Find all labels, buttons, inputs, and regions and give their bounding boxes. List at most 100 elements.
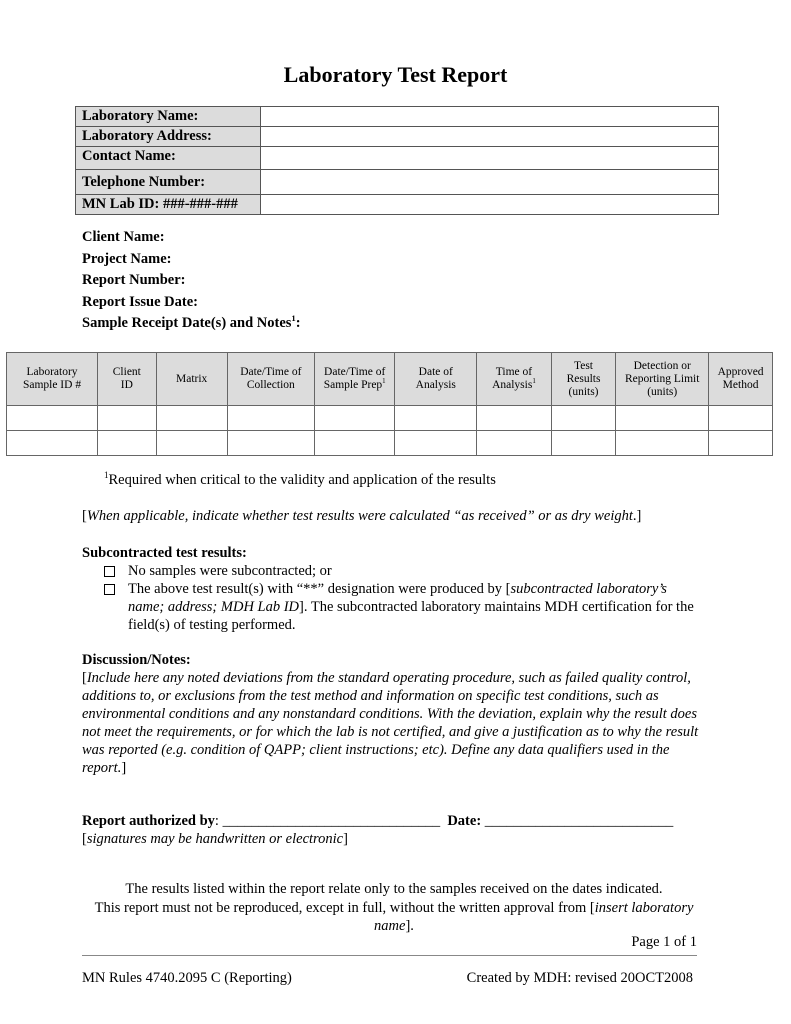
authorized-by-label: Report authorized by <box>82 813 215 829</box>
column-header-text: (units) <box>647 385 678 398</box>
column-header-text: Analysis <box>492 379 533 391</box>
column-header: Laboratory Sample ID # <box>5 352 99 406</box>
table-cell[interactable] <box>615 405 710 431</box>
authorization-line: Report authorized by: __________________… <box>82 812 673 830</box>
lab-name-label: Laboratory Name: <box>75 106 261 127</box>
samples-body <box>5 405 773 456</box>
table-cell[interactable] <box>550 405 617 431</box>
table-cell[interactable] <box>476 405 552 431</box>
disclaimer-text-end: ]. <box>405 918 414 934</box>
column-header: Date of Analysis <box>394 352 478 406</box>
sample-receipt-text: Sample Receipt Date(s) and Notes <box>82 315 292 332</box>
column-header-text: Sample Prep <box>323 379 383 391</box>
signature-note: [signatures may be handwritten or electr… <box>82 830 673 848</box>
column-header: Date/Time of Sample Prep1 <box>313 352 396 406</box>
telephone-field[interactable] <box>260 169 719 195</box>
table-row <box>5 430 773 456</box>
footnote-marker: 1 <box>532 378 536 386</box>
table-cell[interactable] <box>5 430 99 456</box>
column-header: Test Results (units) <box>550 352 617 406</box>
contact-name-field[interactable] <box>260 146 719 170</box>
authorization-section: Report authorized by: __________________… <box>82 812 673 848</box>
disclaimer: The results listed within the report rel… <box>82 880 706 936</box>
table-cell[interactable] <box>155 405 228 431</box>
lab-info-row: Contact Name: <box>75 146 719 170</box>
column-header-text: Analysis <box>415 379 456 391</box>
table-cell[interactable] <box>615 430 710 456</box>
contact-name-label: Contact Name: <box>75 146 261 170</box>
option-text: The above test result(s) with “**” desig… <box>128 581 511 597</box>
footer-right: Created by MDH: revised 20OCT2008 <box>466 970 693 986</box>
table-cell[interactable] <box>226 430 315 456</box>
discussion-text: Include here any noted deviations from t… <box>82 670 699 776</box>
column-header: Client ID <box>97 352 157 406</box>
column-header: Date/Time of Collection <box>226 352 315 406</box>
column-header-text: (units) <box>568 385 599 398</box>
table-cell[interactable] <box>476 430 552 456</box>
column-header-text: Date/Time of <box>240 366 302 378</box>
disclaimer-line-2: This report must not be reproduced, exce… <box>82 899 706 936</box>
report-issue-date-label: Report Issue Date: <box>82 293 198 310</box>
column-header-text: Client <box>112 366 141 378</box>
date-field[interactable]: __________________________ <box>481 813 674 829</box>
disclaimer-line-1: The results listed within the report rel… <box>125 881 663 897</box>
checkbox-no-subcontract[interactable] <box>104 566 115 577</box>
column-header: Time of Analysis1 <box>476 352 552 406</box>
mn-lab-id-label: MN Lab ID: ###-###-### <box>75 194 261 215</box>
table-cell[interactable] <box>313 430 396 456</box>
table-cell[interactable] <box>226 405 315 431</box>
report-fields: Client Name: Project Name: Report Number… <box>82 227 301 335</box>
lab-info-table: Laboratory Name: Laboratory Address: Con… <box>75 106 719 215</box>
column-header-text: Approved <box>717 366 764 378</box>
table-cell[interactable] <box>5 405 99 431</box>
telephone-label: Telephone Number: <box>75 169 261 195</box>
table-cell[interactable] <box>313 405 396 431</box>
column-header-text: Date of <box>418 366 453 378</box>
bracket-close: ] <box>343 831 348 847</box>
signature-field[interactable]: ______________________________ <box>223 813 441 829</box>
table-cell[interactable] <box>97 405 157 431</box>
column-header: Approved Method <box>708 352 773 406</box>
subcontracted-option: No samples were subcontracted; or <box>82 562 698 580</box>
colon: : <box>214 813 223 829</box>
lab-info-row: Laboratory Name: <box>75 106 719 127</box>
table-row <box>5 405 773 431</box>
table-cell[interactable] <box>394 430 478 456</box>
lab-name-field[interactable] <box>260 106 719 127</box>
signature-note-text: signatures may be handwritten or electro… <box>86 831 344 847</box>
checkbox-subcontracted[interactable] <box>104 584 115 595</box>
column-header: Detection or Reporting Limit (units) <box>615 352 710 406</box>
report-number-label: Report Number: <box>82 272 186 289</box>
table-cell[interactable] <box>394 405 478 431</box>
option-text: No samples were subcontracted; or <box>128 563 332 579</box>
bracket-close: ] <box>121 760 127 776</box>
subcontracted-option: The above test result(s) with “**” desig… <box>82 580 698 634</box>
column-header-text: Detection or <box>633 359 691 372</box>
column-header-text: Laboratory <box>26 366 78 378</box>
footnote-marker: 1 <box>382 378 386 386</box>
table-cell[interactable] <box>155 430 228 456</box>
table-cell[interactable] <box>708 405 773 431</box>
column-header-text: Method <box>722 379 759 391</box>
lab-address-field[interactable] <box>260 126 719 147</box>
table-cell[interactable] <box>97 430 157 456</box>
mn-lab-id-field[interactable] <box>260 194 719 215</box>
bracket-close: .] <box>632 508 642 524</box>
project-name-label: Project Name: <box>82 250 172 267</box>
applicability-text: When applicable, indicate whether test r… <box>86 508 633 524</box>
discussion-heading: Discussion/Notes: <box>82 652 191 668</box>
lab-address-label: Laboratory Address: <box>75 126 261 147</box>
column-header-text: Matrix <box>176 372 208 385</box>
subcontracted-heading: Subcontracted test results: <box>82 545 247 561</box>
column-header: Matrix <box>155 352 228 406</box>
samples-header-row: Laboratory Sample ID # Client ID Matrix Date/… <box>5 352 773 406</box>
table-cell[interactable] <box>550 430 617 456</box>
date-label: Date: <box>447 813 482 829</box>
sample-receipt-colon: : <box>295 315 301 332</box>
footnote: 1Required when critical to the validity … <box>104 471 496 489</box>
column-header-text: ID <box>120 379 133 391</box>
applicability-note: [When applicable, indicate whether test … <box>82 508 641 525</box>
discussion-body: [Include here any noted deviations from … <box>82 669 712 777</box>
disclaimer-text: This report must not be reproduced, exce… <box>94 899 595 916</box>
table-cell[interactable] <box>708 430 773 456</box>
